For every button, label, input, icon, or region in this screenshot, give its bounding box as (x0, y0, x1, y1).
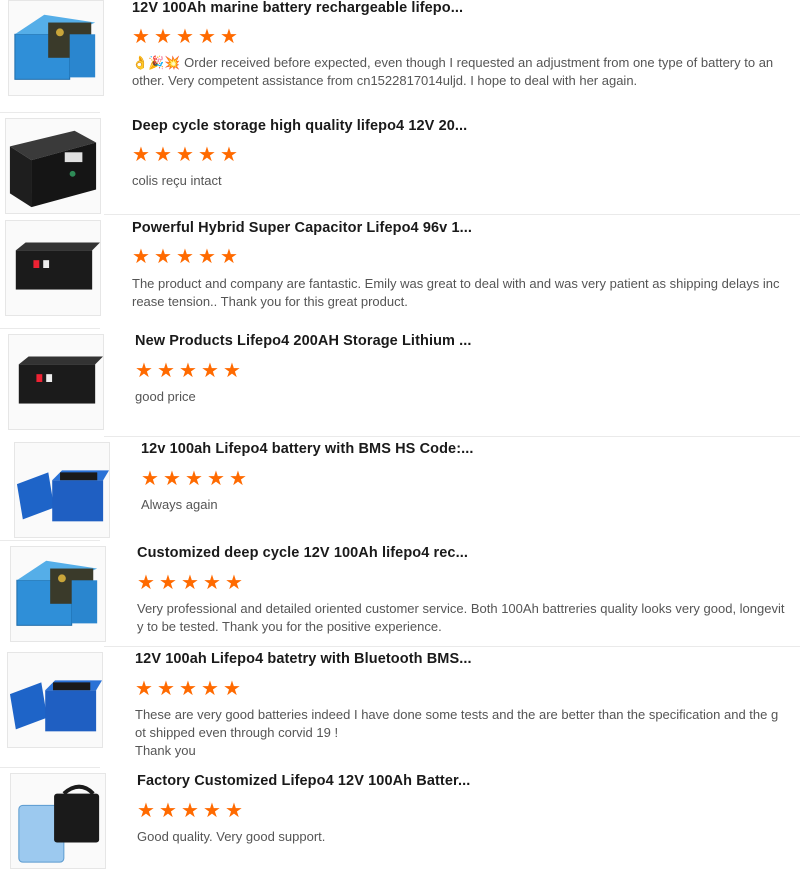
star-icon: ★ (185, 468, 203, 490)
star-rating: ★ ★ ★ ★ ★ (135, 678, 242, 700)
product-title-link[interactable]: 12V 100ah Lifepo4 batetry with Bluetooth… (135, 651, 472, 667)
review-divider (0, 540, 100, 541)
review-text: 👌🎉💥 Order received before expected, even… (132, 54, 780, 90)
star-icon: ★ (201, 678, 219, 700)
star-icon: ★ (223, 678, 241, 700)
star-icon: ★ (225, 572, 243, 594)
product-thumbnail[interactable] (10, 773, 106, 869)
star-rating: ★ ★ ★ ★ ★ (132, 144, 239, 166)
black-battery-box-icon (18, 356, 103, 404)
product-thumbnail[interactable] (7, 652, 103, 748)
product-title-link[interactable]: 12V 100Ah marine battery rechargeable li… (132, 0, 463, 16)
star-icon: ★ (203, 800, 221, 822)
review-divider (0, 328, 100, 329)
star-rating: ★ ★ ★ ★ ★ (141, 468, 248, 490)
review-body: These are very good batteries indeed I h… (135, 707, 779, 758)
star-icon: ★ (225, 800, 243, 822)
star-icon: ★ (154, 246, 172, 268)
star-icon: ★ (207, 468, 225, 490)
review-text: good price (135, 388, 775, 406)
star-icon: ★ (220, 246, 238, 268)
star-icon: ★ (157, 360, 175, 382)
review-body: colis reçu intact (132, 173, 222, 188)
star-icon: ★ (132, 26, 150, 48)
emoji-reaction: 👌🎉💥 (132, 55, 181, 70)
star-icon: ★ (176, 26, 194, 48)
star-rating: ★ ★ ★ ★ ★ (132, 26, 239, 48)
star-rating: ★ ★ ★ ★ ★ (135, 360, 242, 382)
star-icon: ★ (137, 572, 155, 594)
star-icon: ★ (198, 246, 216, 268)
review-body: Very professional and detailed oriented … (137, 601, 785, 634)
product-title-link[interactable]: Deep cycle storage high quality lifepo4 … (132, 118, 467, 134)
review-body: good price (135, 389, 196, 404)
star-icon: ★ (181, 572, 199, 594)
black-battery-icon (9, 130, 97, 208)
star-rating: ★ ★ ★ ★ ★ (137, 572, 244, 594)
star-icon: ★ (198, 144, 216, 166)
product-thumbnail[interactable] (8, 334, 104, 430)
product-title-link[interactable]: Factory Customized Lifepo4 12V 100Ah Bat… (137, 773, 470, 789)
star-icon: ★ (229, 468, 247, 490)
star-icon: ★ (179, 678, 197, 700)
review-text: Very professional and detailed oriented … (137, 600, 787, 636)
star-icon: ★ (135, 678, 153, 700)
star-icon: ★ (159, 572, 177, 594)
product-title-link[interactable]: 12v 100ah Lifepo4 battery with BMS HS Co… (141, 441, 474, 457)
star-icon: ★ (198, 26, 216, 48)
review-divider (0, 112, 100, 113)
review-body: Order received before expected, even tho… (132, 55, 774, 88)
product-thumbnail[interactable] (14, 442, 110, 538)
product-title-link[interactable]: Powerful Hybrid Super Capacitor Lifepo4 … (132, 220, 472, 236)
star-icon: ★ (135, 360, 153, 382)
review-body: Good quality. Very good support. (137, 829, 326, 844)
blue-battery-lid-icon (16, 470, 109, 522)
star-icon: ★ (132, 246, 150, 268)
review-text: colis reçu intact (132, 172, 780, 190)
review-divider (104, 436, 800, 437)
black-battery-box-icon (15, 242, 100, 290)
star-icon: ★ (181, 800, 199, 822)
star-icon: ★ (220, 26, 238, 48)
review-text: These are very good batteries indeed I h… (135, 706, 785, 760)
star-icon: ★ (141, 468, 159, 490)
star-icon: ★ (179, 360, 197, 382)
blue-battery-open-icon (16, 560, 98, 626)
star-rating: ★ ★ ★ ★ ★ (132, 246, 239, 268)
star-icon: ★ (159, 800, 177, 822)
star-icon: ★ (223, 360, 241, 382)
star-icon: ★ (154, 26, 172, 48)
review-text: Always again (141, 496, 781, 514)
star-rating: ★ ★ ★ ★ ★ (137, 800, 244, 822)
review-text: The product and company are fantastic. E… (132, 275, 780, 311)
twin-battery-icon (18, 784, 100, 863)
star-icon: ★ (154, 144, 172, 166)
star-icon: ★ (201, 360, 219, 382)
blue-battery-lid-icon (9, 680, 102, 732)
product-thumbnail[interactable] (5, 118, 101, 214)
star-icon: ★ (157, 678, 175, 700)
star-icon: ★ (203, 572, 221, 594)
blue-battery-open-icon (14, 14, 96, 80)
star-icon: ★ (163, 468, 181, 490)
review-body: The product and company are fantastic. E… (132, 276, 780, 309)
star-icon: ★ (176, 246, 194, 268)
star-icon: ★ (137, 800, 155, 822)
review-body: Always again (141, 497, 218, 512)
product-title-link[interactable]: New Products Lifepo4 200AH Storage Lithi… (135, 333, 472, 349)
review-divider (104, 646, 800, 647)
star-icon: ★ (176, 144, 194, 166)
review-divider (0, 767, 100, 768)
product-thumbnail[interactable] (8, 0, 104, 96)
review-divider (104, 214, 800, 215)
product-thumbnail[interactable] (10, 546, 106, 642)
review-text: Good quality. Very good support. (137, 828, 787, 846)
star-icon: ★ (220, 144, 238, 166)
product-title-link[interactable]: Customized deep cycle 12V 100Ah lifepo4 … (137, 545, 468, 561)
star-icon: ★ (132, 144, 150, 166)
product-thumbnail[interactable] (5, 220, 101, 316)
